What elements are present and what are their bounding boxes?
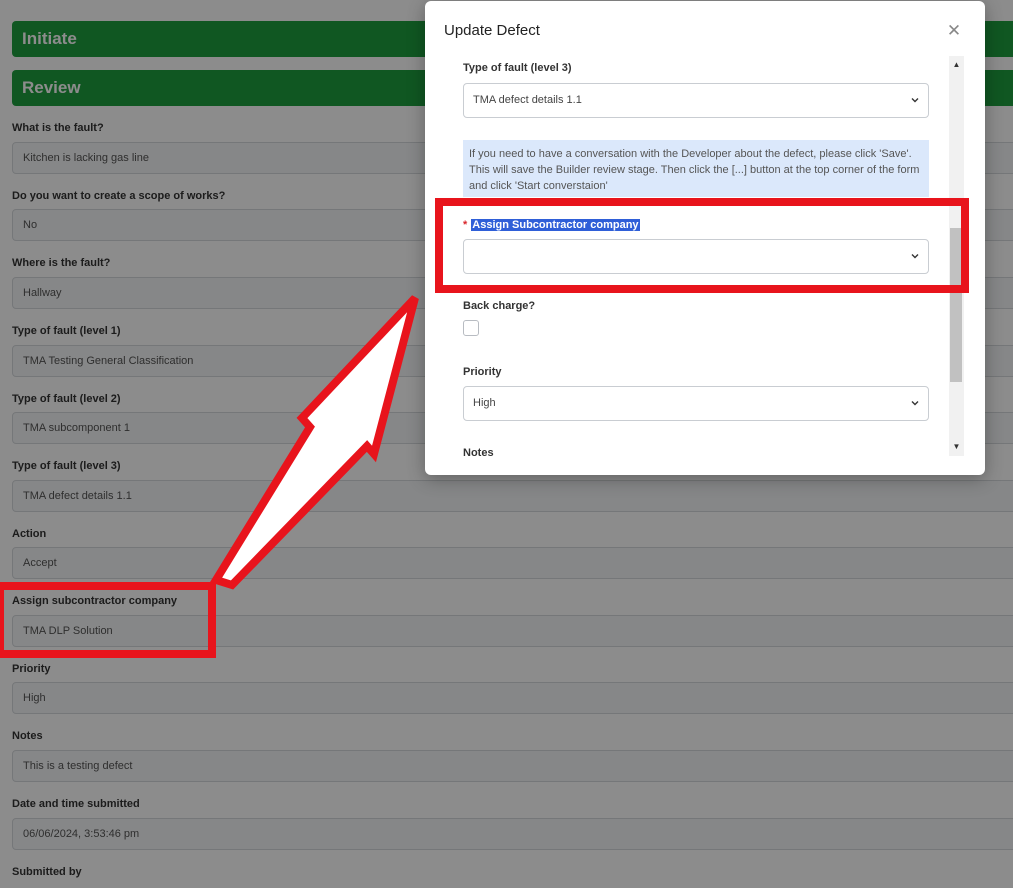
scroll-down-icon[interactable]: ▼ [952,442,961,451]
notes-label: Notes [463,447,494,456]
priority-value: High [473,397,496,409]
scrollbar-thumb[interactable] [950,228,962,382]
modal-body: Type of fault (level 3) TMA defect detai… [425,56,965,456]
info-message: If you need to have a conversation with … [463,140,929,197]
chevron-down-icon [911,254,919,259]
assign-company-select[interactable] [463,239,929,274]
assign-company-label: * Assign Subcontractor company [463,218,640,232]
modal-scrollbar[interactable]: ▲ ▼ [949,56,964,456]
fault-level3-label: Type of fault (level 3) [463,62,572,74]
priority-select[interactable]: High [463,386,929,421]
close-icon[interactable]: ✕ [944,21,964,41]
chevron-down-icon [911,98,919,103]
update-defect-modal: Update Defect ✕ Type of fault (level 3) … [425,1,985,475]
back-charge-label: Back charge? [463,300,536,312]
required-star: * [463,219,468,231]
priority-label: Priority [463,366,502,378]
chevron-down-icon [911,401,919,406]
fault-level3-value: TMA defect details 1.1 [473,94,582,106]
fault-level3-select[interactable]: TMA defect details 1.1 [463,83,929,118]
modal-title: Update Defect [444,22,540,39]
scroll-up-icon[interactable]: ▲ [952,60,961,69]
back-charge-checkbox[interactable] [463,320,479,336]
assign-company-label-text: Assign Subcontractor company [471,219,640,231]
